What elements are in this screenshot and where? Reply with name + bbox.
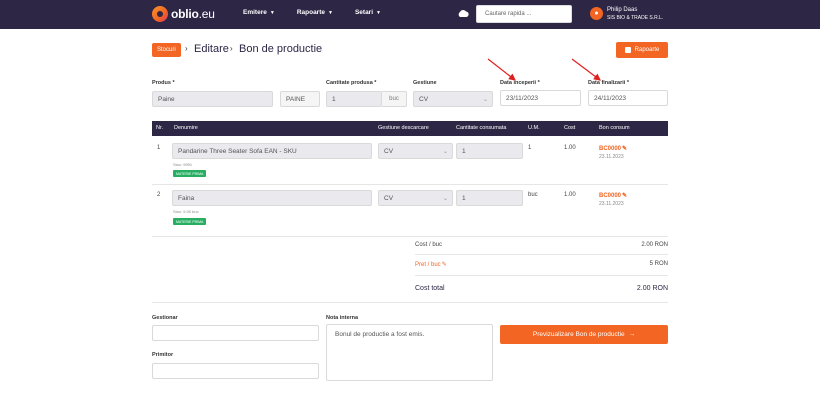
- chevron-down-icon: ▼: [376, 9, 381, 16]
- gestionar-label: Gestionar: [152, 315, 178, 321]
- menu-emitere[interactable]: Emitere ▼: [243, 9, 275, 16]
- row-cost: 1.00: [564, 145, 576, 151]
- chevron-down-icon: ⌄: [482, 97, 488, 103]
- bon-date: 23.11.2023: [599, 201, 624, 207]
- row-gestiune-select[interactable]: CV ⌄: [378, 143, 453, 159]
- user-avatar-icon[interactable]: ●: [590, 7, 603, 20]
- search-input[interactable]: Cautare rapida ...: [476, 5, 572, 23]
- breadcrumb-editare[interactable]: Editare: [194, 43, 229, 55]
- nota-interna-textarea[interactable]: Bonul de productie a fost emis.: [326, 324, 493, 381]
- row-denumire-field[interactable]: Pandarine Three Seater Sofa EAN - SKU: [172, 143, 372, 159]
- top-navbar: oblio.eu Emitere ▼ Rapoarte ▼ Setari ▼ Caut…: [0, 0, 820, 29]
- bon-consum-link[interactable]: BC0000✎: [599, 145, 627, 152]
- data-final-field[interactable]: 24/11/2023: [588, 90, 668, 106]
- preview-bon-button[interactable]: Previzualizare Bon de productie →: [500, 325, 668, 344]
- data-inceput-field[interactable]: 23/11/2023: [500, 90, 581, 106]
- row-cantitate-field[interactable]: 1: [456, 190, 523, 206]
- page-title: Bon de productie: [239, 43, 323, 55]
- cost-per-unit-value: 2.00 RON: [641, 242, 668, 248]
- cloud-icon[interactable]: [457, 9, 469, 18]
- table-header: Nr. Denumire Gestiune descarcare Cantita…: [152, 121, 668, 136]
- row-divider: [152, 236, 668, 237]
- cantitate-unit: buc: [382, 91, 407, 107]
- report-icon: [624, 47, 631, 53]
- breadcrumb-stocuri[interactable]: Stocuri: [152, 43, 181, 57]
- chevron-down-icon: ▼: [328, 9, 333, 16]
- oblio-logo-icon: [152, 6, 168, 22]
- menu-setari[interactable]: Setari ▼: [355, 9, 381, 16]
- col-nr: Nr.: [156, 125, 164, 131]
- user-company: SIS BIO & TRADE S.R.L.: [607, 15, 664, 21]
- row-gestiune-select[interactable]: CV ⌄: [378, 190, 453, 206]
- data-final-label: Data finalizarii *: [588, 80, 629, 86]
- annotation-arrow: [487, 58, 516, 81]
- cost-total-value: 2.00 RON: [636, 285, 668, 292]
- col-bon: Bon consum: [599, 125, 630, 131]
- row-cost: 1.00: [564, 192, 576, 198]
- breadcrumb-separator-icon: ›: [230, 44, 233, 53]
- data-inceput-label: Data inceperii *: [500, 80, 540, 86]
- pencil-icon[interactable]: ✎: [442, 262, 447, 268]
- col-denumire: Denumire: [174, 125, 198, 131]
- cost-per-unit-label: Cost / buc: [415, 242, 443, 248]
- row-denumire-field[interactable]: Faina: [172, 190, 372, 206]
- col-cantitate: Cantitate consumata: [456, 125, 507, 131]
- cantitate-label: Cantitate produsa *: [326, 80, 377, 86]
- primitor-label: Primitor: [152, 352, 174, 358]
- totals-divider: [415, 275, 668, 276]
- produs-label: Produs *: [152, 80, 175, 86]
- row-stock: Stoc: 9991: [173, 162, 193, 167]
- row-nr: 1: [157, 145, 161, 151]
- cost-total-label: Cost total: [415, 285, 445, 292]
- section-divider: [152, 302, 668, 303]
- row-nr: 2: [157, 192, 161, 198]
- chevron-down-icon: ⌄: [442, 196, 448, 202]
- gestionar-field[interactable]: [152, 325, 319, 341]
- user-name[interactable]: Philip Daas: [607, 7, 637, 13]
- gestiune-select[interactable]: CV ⌄: [413, 91, 493, 107]
- row-divider: [152, 184, 668, 185]
- annotation-arrow: [571, 58, 601, 81]
- col-um: U.M.: [528, 125, 540, 131]
- chevron-down-icon: ▼: [269, 9, 275, 16]
- gestiune-label: Gestiune: [413, 80, 437, 86]
- row-um: 1: [528, 145, 532, 151]
- chevron-down-icon: ⌄: [442, 149, 448, 155]
- row-um: buc: [528, 192, 538, 198]
- bon-date: 23.11.2023: [599, 154, 624, 160]
- primitor-field[interactable]: [152, 363, 319, 379]
- col-gestiune: Gestiune descarcare: [378, 125, 429, 131]
- produs-field[interactable]: Paine: [152, 91, 273, 107]
- main-menu: Emitere ▼ Rapoarte ▼ Setari ▼: [243, 9, 403, 16]
- row-cantitate-field[interactable]: 1: [456, 143, 523, 159]
- bon-consum-link[interactable]: BC0000✎: [599, 192, 627, 199]
- pencil-icon[interactable]: ✎: [622, 193, 627, 199]
- row-stock: Stoc: 9.00 buc: [173, 209, 199, 214]
- price-per-unit-value: 5 RON: [649, 261, 668, 267]
- totals-divider: [415, 254, 668, 255]
- menu-rapoarte[interactable]: Rapoarte ▼: [297, 9, 333, 16]
- nota-interna-label: Nota interna: [326, 315, 359, 321]
- price-per-unit-label[interactable]: Pret / buc✎: [415, 261, 447, 268]
- materie-prima-tag: MATERIE PRIMA: [173, 218, 207, 225]
- breadcrumb-separator-icon: ›: [185, 44, 188, 53]
- cantitate-field[interactable]: 1: [326, 91, 382, 107]
- oblio-logo[interactable]: oblio.eu: [152, 6, 215, 22]
- produs-code-field: PAINE: [280, 91, 320, 107]
- arrow-right-icon: →: [628, 331, 636, 338]
- logo-suffix: .eu: [198, 7, 215, 21]
- pencil-icon[interactable]: ✎: [622, 146, 627, 152]
- rapoarte-button[interactable]: Rapoarte: [616, 42, 668, 58]
- col-cost: Cost: [564, 125, 576, 131]
- materie-prima-tag: MATERIE PRIMA: [173, 170, 207, 177]
- logo-main: oblio: [171, 7, 199, 21]
